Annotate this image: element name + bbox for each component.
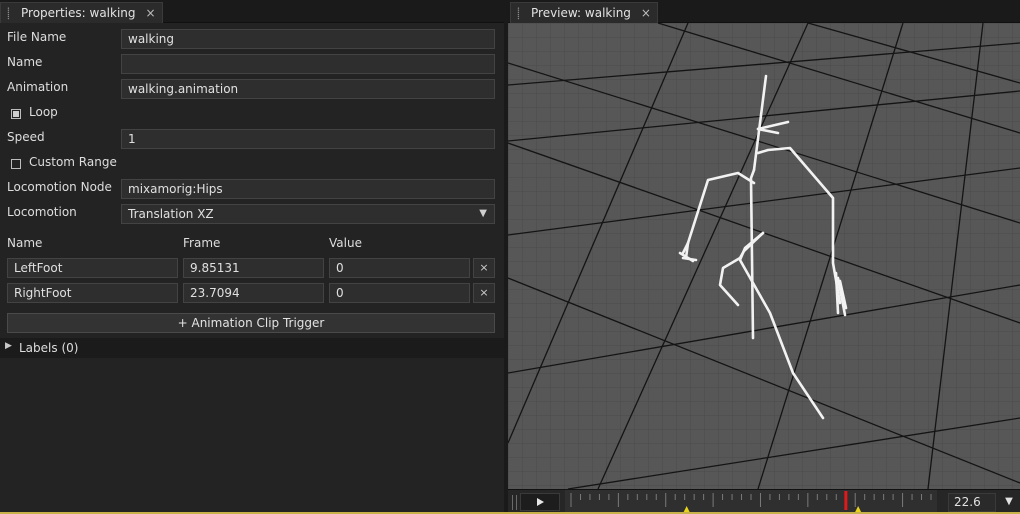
trigger-value-input[interactable]: 0 — [329, 283, 470, 303]
locomotion-node-row: Locomotion Node mixamorig:Hips — [0, 176, 504, 201]
tab-properties[interactable]: ⸽ Properties: walking × — [0, 2, 163, 23]
chevron-down-icon[interactable]: ▼ — [1001, 493, 1017, 511]
custom-range-checkbox[interactable] — [11, 159, 21, 169]
custom-range-row: Custom Range — [0, 151, 504, 176]
loop-label: Loop — [29, 105, 58, 119]
name-label: Name — [7, 55, 43, 69]
loop-checkbox[interactable] — [11, 109, 21, 119]
tab-preview[interactable]: ⸽ Preview: walking × — [510, 2, 658, 23]
loop-row: Loop — [0, 101, 504, 126]
trigger-value-input[interactable]: 0 — [329, 258, 470, 278]
file-name-row: File Name walking — [0, 26, 504, 51]
timeline-playhead[interactable] — [844, 491, 848, 510]
column-header-frame: Frame — [183, 236, 221, 250]
locomotion-select-value: Translation XZ — [128, 207, 214, 221]
play-icon — [537, 498, 544, 506]
pin-icon: ⸽ — [7, 7, 10, 20]
custom-range-label: Custom Range — [29, 155, 117, 169]
tab-preview-close-icon[interactable]: × — [641, 3, 651, 24]
locomotion-select[interactable]: Translation XZ ▼ — [121, 204, 495, 224]
trigger-name-input[interactable]: RightFoot — [7, 283, 178, 303]
speed-input[interactable]: 1 — [121, 129, 495, 149]
tab-properties-close-icon[interactable]: × — [145, 3, 155, 24]
triangle-right-icon: ▶ — [5, 341, 12, 351]
locomotion-label: Locomotion — [7, 205, 77, 219]
locomotion-node-input[interactable]: mixamorig:Hips — [121, 179, 495, 199]
labels-section-label: Labels (0) — [19, 341, 79, 355]
play-button[interactable] — [520, 493, 560, 511]
locomotion-row: Locomotion Translation XZ ▼ — [0, 201, 504, 226]
current-time-input[interactable]: 22.6 — [948, 493, 996, 512]
column-header-name: Name — [7, 236, 43, 250]
name-input[interactable] — [121, 54, 495, 74]
timeline-track[interactable] — [565, 490, 937, 514]
animation-input[interactable]: walking.animation — [121, 79, 495, 99]
chevron-down-icon: ▼ — [479, 208, 487, 219]
add-animation-clip-trigger-button[interactable]: + Animation Clip Trigger — [7, 313, 495, 333]
animation-label: Animation — [7, 80, 69, 94]
name-row: Name — [0, 51, 504, 76]
animation-row: Animation walking.animation — [0, 76, 504, 101]
column-header-value: Value — [329, 236, 362, 250]
tab-preview-label: Preview: walking — [531, 6, 631, 20]
grip-icon[interactable] — [512, 495, 517, 510]
speed-row: Speed 1 — [0, 126, 504, 151]
speed-label: Speed — [7, 130, 45, 144]
trigger-frame-input[interactable]: 23.7094 — [183, 283, 324, 303]
trigger-frame-input[interactable]: 9.85131 — [183, 258, 324, 278]
trigger-name-input[interactable]: LeftFoot — [7, 258, 178, 278]
file-name-input[interactable]: walking — [121, 29, 495, 49]
timeline-bar: 22.6 ▼ — [508, 489, 1020, 514]
locomotion-node-label: Locomotion Node — [7, 180, 112, 194]
tab-properties-label: Properties: walking — [21, 6, 136, 20]
preview-scene — [508, 23, 1020, 489]
preview-panel: ⸽ Preview: walking × 22.6 ▼ — [508, 0, 1020, 514]
remove-trigger-button[interactable]: × — [473, 258, 495, 278]
properties-tabbar: ⸽ Properties: walking × — [0, 0, 504, 23]
pin-icon: ⸽ — [517, 7, 520, 20]
preview-viewport[interactable] — [508, 23, 1020, 489]
labels-section-header[interactable]: ▶ Labels (0) — [0, 338, 504, 358]
properties-panel: ⸽ Properties: walking × File Name walkin… — [0, 0, 504, 514]
file-name-label: File Name — [7, 30, 67, 44]
preview-tabbar: ⸽ Preview: walking × — [508, 0, 1020, 23]
remove-trigger-button[interactable]: × — [473, 283, 495, 303]
